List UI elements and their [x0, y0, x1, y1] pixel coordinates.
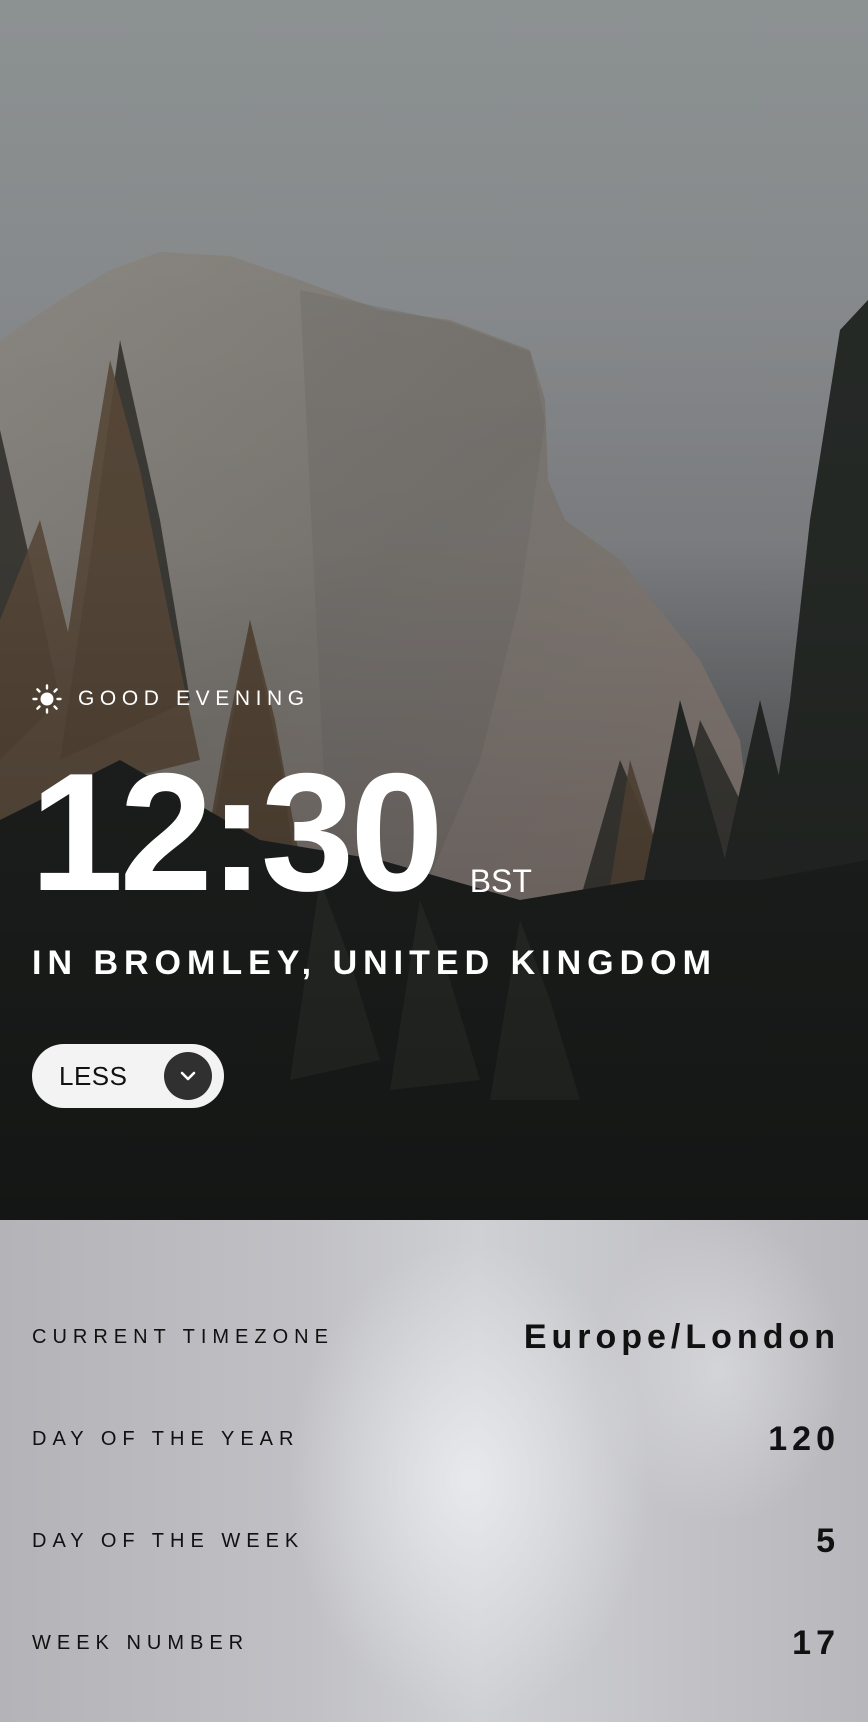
detail-value: 5 [816, 1522, 840, 1560]
location-text: IN BROMLEY, UNITED KINGDOM [32, 944, 717, 982]
detail-label: CURRENT TIMEZONE [32, 1326, 334, 1348]
clock: 12:30 BST [30, 738, 532, 926]
hero-overlay [0, 0, 868, 1220]
less-button[interactable]: LESS [32, 1044, 224, 1108]
detail-label: DAY OF THE WEEK [32, 1530, 305, 1552]
detail-row-week-number: WEEK NUMBER 17 [32, 1624, 840, 1663]
less-button-label: LESS [59, 1060, 128, 1091]
detail-label: DAY OF THE YEAR [32, 1428, 300, 1450]
sun-icon [32, 684, 62, 714]
detail-row-timezone: CURRENT TIMEZONE Europe/London [32, 1318, 840, 1357]
clock-time: 12:30 [30, 738, 444, 926]
detail-label: WEEK NUMBER [32, 1632, 250, 1654]
chevron-down-icon[interactable] [164, 1052, 212, 1100]
detail-row-day-of-week: DAY OF THE WEEK 5 [32, 1522, 840, 1561]
detail-row-day-of-year: DAY OF THE YEAR 120 [32, 1420, 840, 1459]
greeting: GOOD EVENING [32, 684, 310, 714]
detail-value: 120 [768, 1420, 840, 1458]
timezone-abbreviation: BST [469, 863, 532, 899]
greeting-text: GOOD EVENING [78, 687, 310, 710]
detail-value: 17 [792, 1624, 840, 1662]
detail-value: Europe/London [523, 1318, 840, 1356]
details-panel: CURRENT TIMEZONE Europe/London DAY OF TH… [0, 1220, 868, 1722]
hero-background: GOOD EVENING 12:30 BST IN BROMLEY, UNITE… [0, 0, 868, 1220]
